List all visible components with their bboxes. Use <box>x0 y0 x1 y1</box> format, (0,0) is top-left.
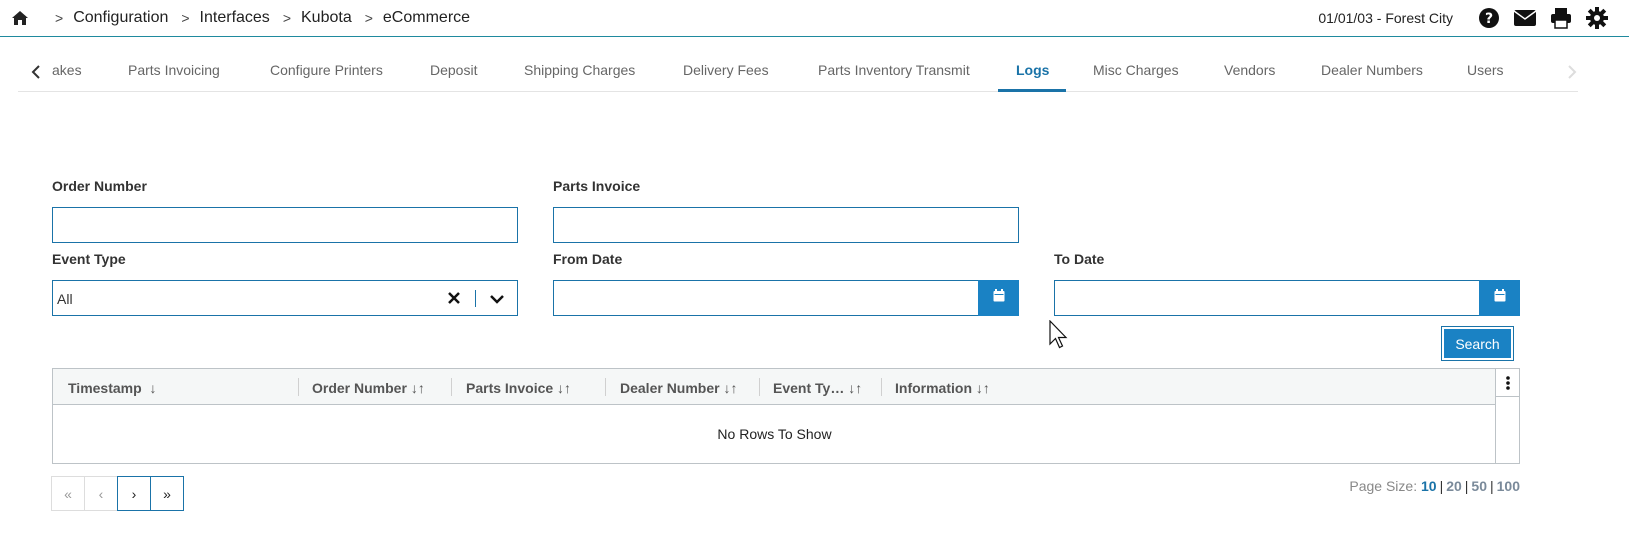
tab-configure-printers[interactable]: Configure Printers <box>270 62 383 78</box>
tab-logs[interactable]: Logs <box>1016 62 1049 78</box>
print-icon[interactable] <box>1549 6 1573 30</box>
breadcrumb-separator: > <box>55 10 64 26</box>
home-icon[interactable] <box>11 10 29 26</box>
breadcrumb-item-configuration[interactable]: Configuration <box>73 9 168 27</box>
grid-column-menu <box>1495 369 1519 463</box>
chevron-left-icon[interactable] <box>30 64 42 80</box>
grid-header: Timestamp ↓ Order Number ↓↑ Parts Invoic… <box>53 369 1496 405</box>
breadcrumb-separator: > <box>364 10 373 26</box>
tab-delivery-fees[interactable]: Delivery Fees <box>683 62 769 78</box>
column-separator[interactable] <box>298 378 299 396</box>
column-label: Event Ty… <box>773 380 845 396</box>
tab-deposit[interactable]: Deposit <box>430 62 477 78</box>
event-type-select[interactable]: All <box>52 280 518 316</box>
parts-invoice-label: Parts Invoice <box>553 178 641 194</box>
tab-users[interactable]: Users <box>1467 62 1504 78</box>
search-button[interactable]: Search <box>1441 326 1514 361</box>
breadcrumb-separator: > <box>282 10 291 26</box>
empty-grid-message: No Rows To Show <box>717 426 832 442</box>
last-page-button[interactable]: » <box>150 476 184 511</box>
column-label: Order Number <box>312 380 407 396</box>
sort-icon: ↓↑ <box>410 380 425 396</box>
column-label: Information <box>895 380 972 396</box>
tab-vendors[interactable]: Vendors <box>1224 62 1275 78</box>
from-date-input[interactable] <box>553 280 1019 316</box>
first-page-button[interactable]: « <box>51 476 85 511</box>
column-header-information[interactable]: Information ↓↑ <box>895 380 990 396</box>
sort-desc-icon: ↓ <box>149 380 157 396</box>
calendar-icon <box>1494 289 1506 307</box>
column-label: Dealer Number <box>620 380 720 396</box>
next-page-button[interactable]: › <box>117 476 151 511</box>
parts-invoice-input[interactable] <box>553 207 1019 243</box>
page-size-label: Page Size: <box>1349 478 1418 494</box>
chevron-right-icon[interactable] <box>1566 64 1578 80</box>
tab-shipping-charges[interactable]: Shipping Charges <box>524 62 635 78</box>
sort-icon: ↓↑ <box>848 380 863 396</box>
column-separator[interactable] <box>451 378 452 396</box>
breadcrumb: > Configuration > Interfaces > Kubota > … <box>55 9 483 27</box>
event-type-label: Event Type <box>52 251 126 267</box>
mouse-cursor-icon <box>1049 319 1069 350</box>
calendar-icon <box>993 289 1005 307</box>
order-number-input[interactable] <box>52 207 518 243</box>
breadcrumb-item-interfaces[interactable]: Interfaces <box>200 9 270 27</box>
to-date-calendar-button[interactable] <box>1479 280 1520 316</box>
top-bar: > Configuration > Interfaces > Kubota > … <box>0 0 1629 37</box>
column-label: Parts Invoice <box>466 380 554 396</box>
help-icon[interactable]: ? <box>1477 6 1501 30</box>
from-date-label: From Date <box>553 251 623 267</box>
mail-icon[interactable] <box>1513 6 1537 30</box>
tab-dealer-numbers[interactable]: Dealer Numbers <box>1321 62 1423 78</box>
tab-parts-invoicing[interactable]: Parts Invoicing <box>128 62 220 78</box>
location-label[interactable]: 01/01/03 - Forest City <box>1318 10 1453 26</box>
page-size-selector: Page Size: 10 | 20 | 50 | 100 <box>1349 478 1520 494</box>
pagination: « ‹ › » <box>51 476 184 511</box>
sort-icon: ↓↑ <box>975 380 990 396</box>
chevron-down-icon[interactable] <box>489 292 505 310</box>
column-separator[interactable] <box>605 378 606 396</box>
column-header-order-number[interactable]: Order Number ↓↑ <box>312 380 425 396</box>
previous-page-button[interactable]: ‹ <box>84 476 118 511</box>
page-size-option-10[interactable]: 10 <box>1421 478 1437 494</box>
column-separator[interactable] <box>881 378 882 396</box>
breadcrumb-item-kubota[interactable]: Kubota <box>301 9 352 27</box>
page-size-option-100[interactable]: 100 <box>1497 478 1520 494</box>
select-divider <box>475 290 476 307</box>
from-date-calendar-button[interactable] <box>978 280 1019 316</box>
column-separator[interactable] <box>759 378 760 396</box>
page-size-option-50[interactable]: 50 <box>1471 478 1487 494</box>
tab-bar: akes Parts Invoicing Configure Printers … <box>18 50 1578 92</box>
to-date-input[interactable] <box>1054 280 1520 316</box>
sort-icon: ↓↑ <box>557 380 572 396</box>
active-tab-indicator <box>998 89 1066 92</box>
event-type-value: All <box>57 291 73 307</box>
column-header-event-type[interactable]: Event Ty… ↓↑ <box>773 380 862 396</box>
header-actions: 01/01/03 - Forest City ? <box>1318 6 1609 30</box>
order-number-label: Order Number <box>52 178 147 194</box>
svg-text:?: ? <box>1485 11 1493 27</box>
logs-grid: Timestamp ↓ Order Number ↓↑ Parts Invoic… <box>52 368 1520 464</box>
clear-icon[interactable] <box>447 291 461 310</box>
column-header-dealer-number[interactable]: Dealer Number ↓↑ <box>620 380 737 396</box>
column-header-timestamp[interactable]: Timestamp ↓ <box>68 380 156 396</box>
search-button-label: Search <box>1444 329 1511 358</box>
gear-icon[interactable] <box>1585 6 1609 30</box>
to-date-label: To Date <box>1054 251 1105 267</box>
tab-parts-inventory-transmit[interactable]: Parts Inventory Transmit <box>818 62 970 78</box>
column-header-parts-invoice[interactable]: Parts Invoice ↓↑ <box>466 380 571 396</box>
breadcrumb-item-ecommerce: eCommerce <box>382 9 471 26</box>
column-label: Timestamp <box>68 380 142 396</box>
tab-misc-charges[interactable]: Misc Charges <box>1093 62 1179 78</box>
breadcrumb-separator: > <box>181 10 190 26</box>
more-vertical-icon[interactable] <box>1496 369 1519 397</box>
tab-makes[interactable]: akes <box>52 62 82 78</box>
sort-icon: ↓↑ <box>723 380 738 396</box>
page-size-option-20[interactable]: 20 <box>1446 478 1462 494</box>
